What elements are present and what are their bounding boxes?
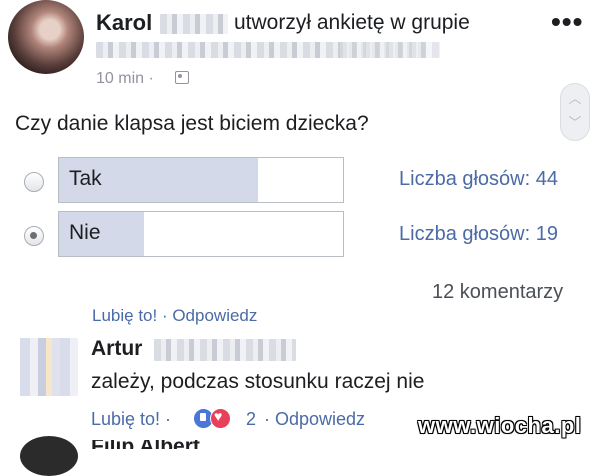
- poll-question: Czy danie klapsa jest biciem dziecka?: [15, 112, 369, 135]
- audience-icon: [175, 71, 189, 84]
- clipped-comment-actions[interactable]: Lubię to! · Odpowiedz: [92, 309, 257, 325]
- poll-option-label: Tak: [69, 167, 102, 190]
- redacted-surname: [160, 14, 228, 34]
- poll-option-nie-votes[interactable]: Liczba głosów: 19: [399, 223, 558, 246]
- scroll-down-icon[interactable]: ﹀: [561, 112, 589, 131]
- poll-option-tak-bar[interactable]: Tak: [58, 157, 344, 203]
- site-watermark: www.wiocha.pl: [418, 413, 582, 438]
- scroll-up-icon[interactable]: ︿: [561, 88, 589, 107]
- redacted-commenter-surname: [154, 339, 296, 361]
- love-reaction-icon[interactable]: [210, 408, 231, 429]
- comments-count[interactable]: 12 komentarzy: [432, 281, 563, 304]
- author-avatar[interactable]: [8, 0, 84, 74]
- poll-option-tak-votes[interactable]: Liczba głosów: 44: [399, 168, 558, 191]
- reaction-count[interactable]: 2: [246, 409, 256, 430]
- poll-option-tak-radio[interactable]: [24, 172, 44, 192]
- comment-author[interactable]: Artur: [91, 337, 142, 361]
- comment-reply-link[interactable]: · Odpowiedz: [264, 409, 365, 430]
- post-action-text: utworzył ankietę w grupie: [234, 11, 470, 34]
- commenter-avatar[interactable]: [20, 338, 78, 396]
- poll-option-label: Nie: [69, 221, 101, 244]
- poll-option-nie-radio[interactable]: [24, 226, 44, 246]
- more-options-icon[interactable]: •••: [551, 6, 583, 38]
- second-comment-author[interactable]: Filip Albert: [91, 440, 200, 449]
- comment-like-link[interactable]: Lubię to! ·: [91, 409, 171, 430]
- poll-scroll-control[interactable]: ︿ ﹀: [560, 83, 590, 141]
- redacted-group-name-tail: [340, 42, 440, 58]
- comment-text: zależy, podczas stosunku raczej nie: [91, 370, 425, 393]
- second-commenter-avatar[interactable]: [20, 436, 78, 476]
- post-author[interactable]: Karol: [96, 10, 152, 36]
- poll-option-nie-bar[interactable]: Nie: [58, 211, 344, 257]
- post-timestamp[interactable]: 10 min ·: [96, 70, 154, 88]
